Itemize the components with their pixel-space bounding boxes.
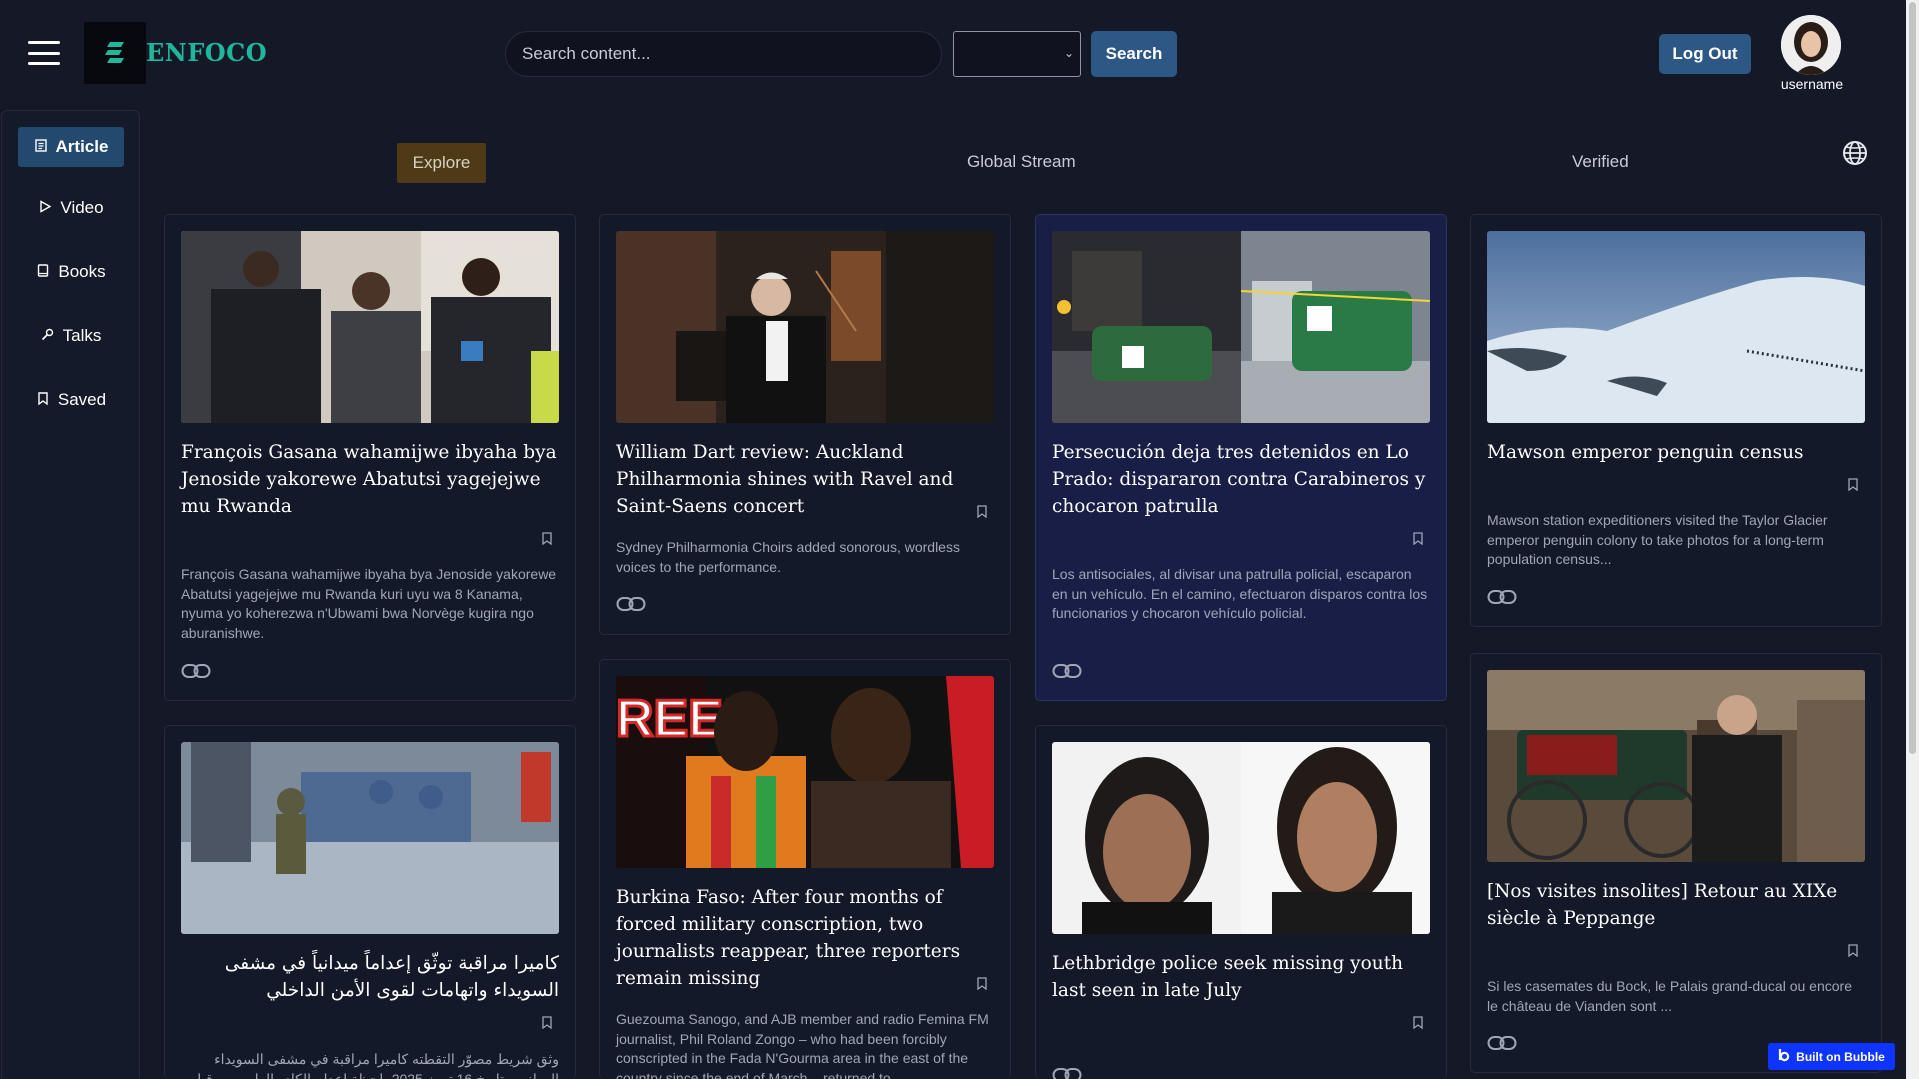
bookmark-icon — [36, 392, 50, 408]
article-description: Sydney Philharmonia Choirs added sonorou… — [616, 539, 960, 575]
article-card[interactable]: Mawson emperor penguin census Mawson sta… — [1470, 214, 1882, 627]
article-card[interactable]: Persecución deja tres detenidos en Lo Pr… — [1035, 214, 1447, 701]
article-image[interactable] — [181, 231, 559, 423]
article-image[interactable]: REE! — [616, 676, 994, 868]
book-icon — [36, 264, 50, 280]
play-icon — [38, 200, 52, 216]
bubble-logo-icon — [1778, 1048, 1790, 1065]
article-description: Mawson station expeditioners visited the… — [1487, 512, 1828, 568]
scrollbar-thumb[interactable] — [1909, 2, 1916, 754]
sidebar-item-article[interactable]: Article — [18, 127, 124, 167]
sidebar-item-label: Books — [58, 262, 106, 281]
article-description: Guezouma Sanogo, and AJB member and radi… — [616, 1011, 989, 1079]
sidebar-item-video[interactable]: Video — [18, 188, 124, 228]
scrollbar[interactable] — [1906, 0, 1919, 1079]
sidebar-item-label: Talks — [62, 326, 102, 345]
sidebar-item-label: Video — [60, 198, 104, 217]
link-icon[interactable] — [1487, 1034, 1517, 1052]
tab-global-stream[interactable]: Global Stream — [967, 152, 1076, 172]
badge-label: Built on Bubble — [1796, 1049, 1885, 1064]
article-card[interactable]: Lethbridge police seek missing youth las… — [1035, 725, 1447, 1079]
sidebar-item-books[interactable]: Books — [18, 252, 124, 292]
article-image[interactable] — [1487, 670, 1865, 862]
article-card[interactable]: [Nos visites insolites] Retour au XIXe s… — [1470, 653, 1882, 1073]
article-image[interactable] — [181, 742, 559, 934]
sidebar: Article Video Books Talks Saved — [1, 110, 140, 1079]
article-description: وثق شريط مصوّر التقطته كاميرا مراقبة في … — [191, 1051, 559, 1079]
article-title[interactable]: Burkina Faso: After four months of force… — [616, 884, 994, 992]
search-button[interactable]: Search — [1091, 31, 1177, 77]
article-card[interactable]: REE! Burkina Faso: After four months of … — [599, 659, 1011, 1079]
microphone-icon — [41, 328, 55, 344]
username-label: username — [1780, 76, 1844, 92]
bookmark-icon[interactable] — [1413, 1016, 1423, 1029]
tab-verified[interactable]: Verified — [1572, 152, 1629, 172]
article-title[interactable]: Mawson emperor penguin census — [1487, 439, 1865, 466]
link-icon[interactable] — [1052, 1066, 1082, 1079]
link-icon[interactable] — [181, 662, 211, 680]
bookmark-icon[interactable] — [542, 1016, 552, 1029]
category-select[interactable]: ⌄ — [953, 31, 1081, 77]
link-icon[interactable] — [1487, 588, 1517, 606]
article-title[interactable]: كاميرا مراقبة توثّق إعداماً ميدانياً في … — [181, 950, 559, 1004]
avatar[interactable] — [1781, 15, 1841, 75]
article-image[interactable] — [616, 231, 994, 423]
built-on-bubble-badge[interactable]: Built on Bubble — [1768, 1043, 1895, 1070]
bookmark-icon[interactable] — [977, 505, 987, 518]
article-image[interactable] — [1052, 742, 1430, 934]
logo-icon[interactable] — [84, 22, 146, 84]
article-description: Si les casemates du Bock, le Palais gran… — [1487, 978, 1852, 1014]
bookmark-icon[interactable] — [1848, 478, 1858, 491]
article-card[interactable]: François Gasana wahamijwe ibyaha bya Jen… — [164, 214, 576, 701]
top-header: ENFOCO ⌄ Search Log Out username — [0, 0, 1906, 108]
chevron-down-icon: ⌄ — [1063, 46, 1074, 60]
sidebar-item-saved[interactable]: Saved — [18, 380, 124, 420]
sidebar-item-label: Article — [55, 137, 109, 156]
article-image[interactable] — [1052, 231, 1430, 423]
article-title[interactable]: [Nos visites insolites] Retour au XIXe s… — [1487, 878, 1865, 932]
article-title[interactable]: William Dart review: Auckland Philharmon… — [616, 439, 994, 520]
article-card[interactable]: كاميرا مراقبة توثّق إعداماً ميدانياً في … — [164, 725, 576, 1079]
article-card[interactable]: William Dart review: Auckland Philharmon… — [599, 214, 1011, 635]
globe-icon[interactable] — [1841, 139, 1869, 167]
article-title[interactable]: Lethbridge police seek missing youth las… — [1052, 950, 1430, 1004]
article-description: François Gasana wahamijwe ibyaha bya Jen… — [181, 566, 557, 641]
bookmark-icon[interactable] — [1413, 532, 1423, 545]
article-description: Los antisociales, al divisar una patrull… — [1052, 566, 1428, 622]
sidebar-item-label: Saved — [57, 390, 107, 409]
article-title[interactable]: François Gasana wahamijwe ibyaha bya Jen… — [181, 439, 559, 520]
logout-button[interactable]: Log Out — [1659, 34, 1751, 74]
menu-icon[interactable] — [28, 41, 60, 65]
bookmark-icon[interactable] — [542, 532, 552, 545]
bookmark-icon[interactable] — [1848, 944, 1858, 957]
logo-text[interactable]: ENFOCO — [146, 38, 267, 67]
article-title[interactable]: Persecución deja tres detenidos en Lo Pr… — [1052, 439, 1430, 520]
bookmark-icon[interactable] — [977, 977, 987, 990]
article-image[interactable] — [1487, 231, 1865, 423]
search-input[interactable] — [505, 31, 942, 77]
link-icon[interactable] — [616, 595, 646, 613]
tab-explore[interactable]: Explore — [397, 143, 486, 183]
document-icon — [34, 139, 48, 155]
sidebar-item-talks[interactable]: Talks — [18, 316, 124, 356]
link-icon[interactable] — [1052, 662, 1082, 680]
